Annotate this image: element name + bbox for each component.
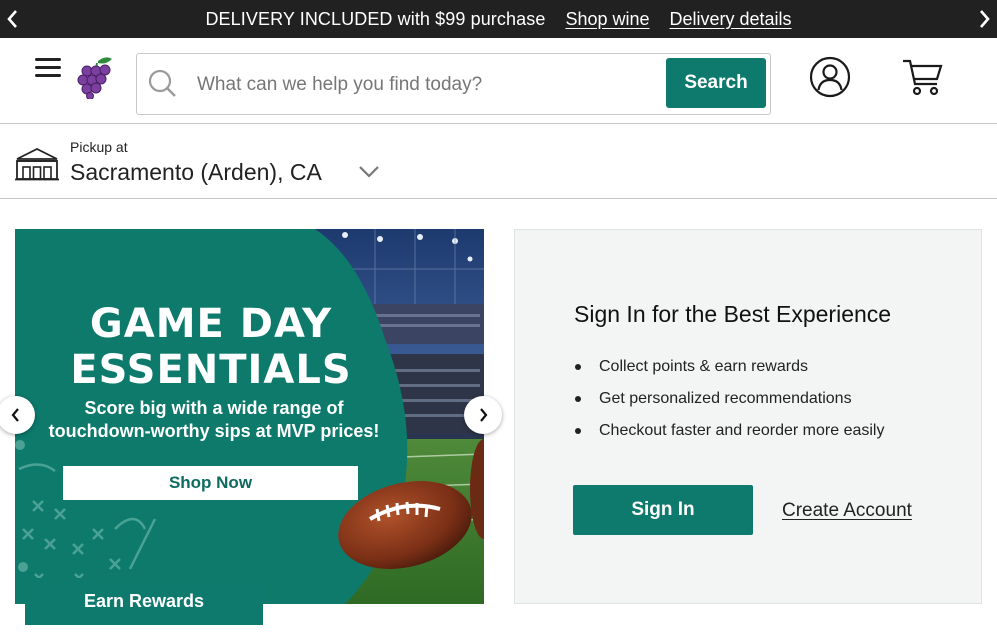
store-name[interactable]: Sacramento (Arden), CA (70, 159, 322, 186)
grape-logo-icon[interactable] (76, 53, 114, 99)
store-selector[interactable]: Pickup at Sacramento (Arden), CA (0, 125, 997, 199)
hero-banner: GAME DAY ESSENTIALS Score big with a wid… (15, 229, 484, 604)
promo-message: DELIVERY INCLUDED with $99 purchase (205, 8, 546, 29)
site-header: Search (0, 38, 997, 124)
hero-subtitle-line1: Score big with a wide range of (84, 398, 344, 418)
hero-title-line2: ESSENTIALS (70, 347, 352, 393)
promo-next-button[interactable] (973, 0, 997, 38)
list-item: Collect points & earn rewards (574, 356, 884, 388)
shopping-cart-icon[interactable] (902, 58, 944, 98)
shop-now-button[interactable]: Shop Now (63, 466, 358, 500)
create-account-link[interactable]: Create Account (782, 500, 912, 522)
chevron-right-icon (480, 408, 488, 422)
hero-title-line1: GAME DAY (89, 301, 333, 347)
sign-in-button[interactable]: Sign In (573, 485, 753, 535)
promo-bar: DELIVERY INCLUDED with $99 purchase Shop… (0, 0, 997, 38)
pickup-label: Pickup at (70, 139, 128, 155)
hero-subtitle-line2: touchdown-worthy sips at MVP prices! (48, 421, 380, 441)
signin-heading: Sign In for the Best Experience (574, 301, 892, 327)
chevron-down-icon[interactable] (358, 165, 380, 179)
earn-rewards-button[interactable]: Earn Rewards (25, 578, 263, 625)
search-bar: Search (136, 53, 771, 115)
delivery-details-link[interactable]: Delivery details (670, 9, 792, 30)
promo-content: DELIVERY INCLUDED with $99 purchase Shop… (0, 0, 997, 38)
store-building-icon (15, 147, 59, 181)
list-item: Get personalized recommendations (574, 388, 884, 420)
hamburger-menu-icon[interactable] (35, 58, 61, 78)
hero-subtitle: Score big with a wide range of touchdown… (25, 397, 403, 443)
shop-wine-link[interactable]: Shop wine (565, 9, 649, 30)
carousel-next-button[interactable] (464, 396, 502, 434)
benefits-list: Collect points & earn rewards Get person… (574, 356, 884, 452)
chevron-right-icon (980, 10, 990, 28)
search-button[interactable]: Search (666, 58, 766, 108)
search-icon (148, 69, 176, 97)
signin-panel: Sign In for the Best Experience Collect … (514, 229, 982, 604)
user-account-icon[interactable] (809, 56, 851, 98)
list-item: Checkout faster and reorder more easily (574, 420, 884, 452)
chevron-left-icon (11, 408, 19, 422)
search-input[interactable] (197, 68, 657, 102)
